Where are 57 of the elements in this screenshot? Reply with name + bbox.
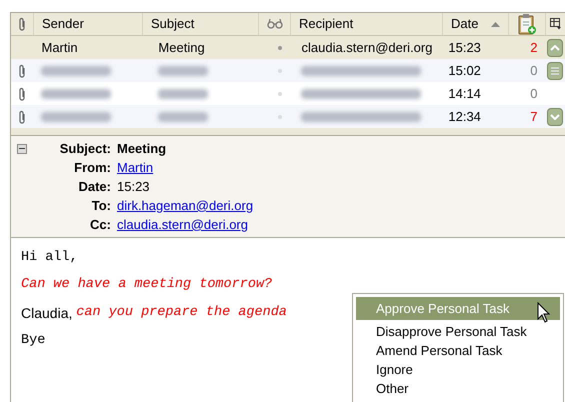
field-label: To:: [90, 196, 111, 215]
message-row[interactable]: 15:02 0: [11, 59, 565, 82]
paperclip-icon: [18, 17, 26, 31]
paperclip-icon: [18, 110, 26, 124]
field-link[interactable]: Martin: [117, 158, 154, 178]
menu-item[interactable]: Disapprove Personal Task: [356, 322, 560, 341]
subject-cell: Meeting: [158, 40, 205, 55]
task-count: 0: [530, 84, 538, 103]
field-link[interactable]: claudia.stern@deri.org: [117, 214, 248, 234]
sender-cell: Martin: [41, 40, 78, 55]
blurred-text: [158, 88, 208, 98]
menu-item[interactable]: Other: [356, 379, 560, 398]
column-header[interactable]: Subject: [151, 14, 194, 34]
task-count: 7: [530, 108, 538, 126]
clipboard-add-icon: [517, 13, 537, 35]
message-row[interactable]: Martin Meeting claudia.stern@deri.org 15:23 2: [11, 36, 565, 59]
date-cell: 12:34: [448, 108, 481, 124]
column-header[interactable]: Recipient: [299, 14, 354, 34]
field-value: Meeting: [117, 140, 166, 158]
body-text: Claudia,: [21, 304, 74, 322]
column-picker-icon[interactable]: [550, 18, 562, 30]
collapse-button[interactable]: [17, 144, 27, 154]
task-count: 2: [530, 38, 538, 57]
recipient-cell: claudia.stern@deri.org: [301, 40, 432, 55]
glasses-icon: [266, 19, 282, 29]
date-cell: 14:14: [448, 86, 481, 101]
scroll-up-button[interactable]: [547, 38, 564, 56]
menu-item[interactable]: Amend Personal Task: [356, 341, 560, 360]
column-header[interactable]: Sender: [42, 14, 84, 34]
paperclip-icon: [18, 86, 26, 100]
task-count: 0: [530, 62, 538, 80]
scroll-thumb[interactable]: [547, 62, 564, 80]
scroll-down-button[interactable]: [547, 108, 564, 126]
date-cell: 15:23: [448, 40, 481, 55]
mouse-pointer-icon: [537, 302, 551, 324]
field-label: Cc:: [89, 216, 111, 234]
blurred-text: [158, 66, 208, 76]
message-row[interactable]: 12:34 7: [11, 105, 565, 128]
field-label: From:: [73, 158, 111, 177]
field-link[interactable]: dirk.hageman@deri.org: [117, 196, 254, 216]
body-text: can you prepare the agenda: [76, 304, 287, 322]
menu-item[interactable]: Ignore: [356, 360, 560, 379]
blurred-text: [41, 88, 112, 98]
body-text: Can we have a meeting tomorrow?: [21, 276, 272, 294]
date-cell: 15:02: [448, 62, 481, 78]
field-label: Date:: [77, 178, 111, 196]
body-text: Bye: [21, 332, 46, 350]
blurred-text: [41, 66, 112, 76]
blurred-text: [158, 112, 208, 122]
column-header[interactable]: Date: [451, 14, 478, 34]
field-label: Subject:: [58, 140, 111, 158]
field-value: 15:23: [117, 178, 150, 196]
chevron-up-icon: [550, 44, 560, 50]
blurred-text: [41, 112, 112, 122]
paperclip-icon: [18, 64, 26, 78]
chevron-down-icon: [550, 114, 560, 120]
body-text: Hi all,: [21, 249, 78, 267]
